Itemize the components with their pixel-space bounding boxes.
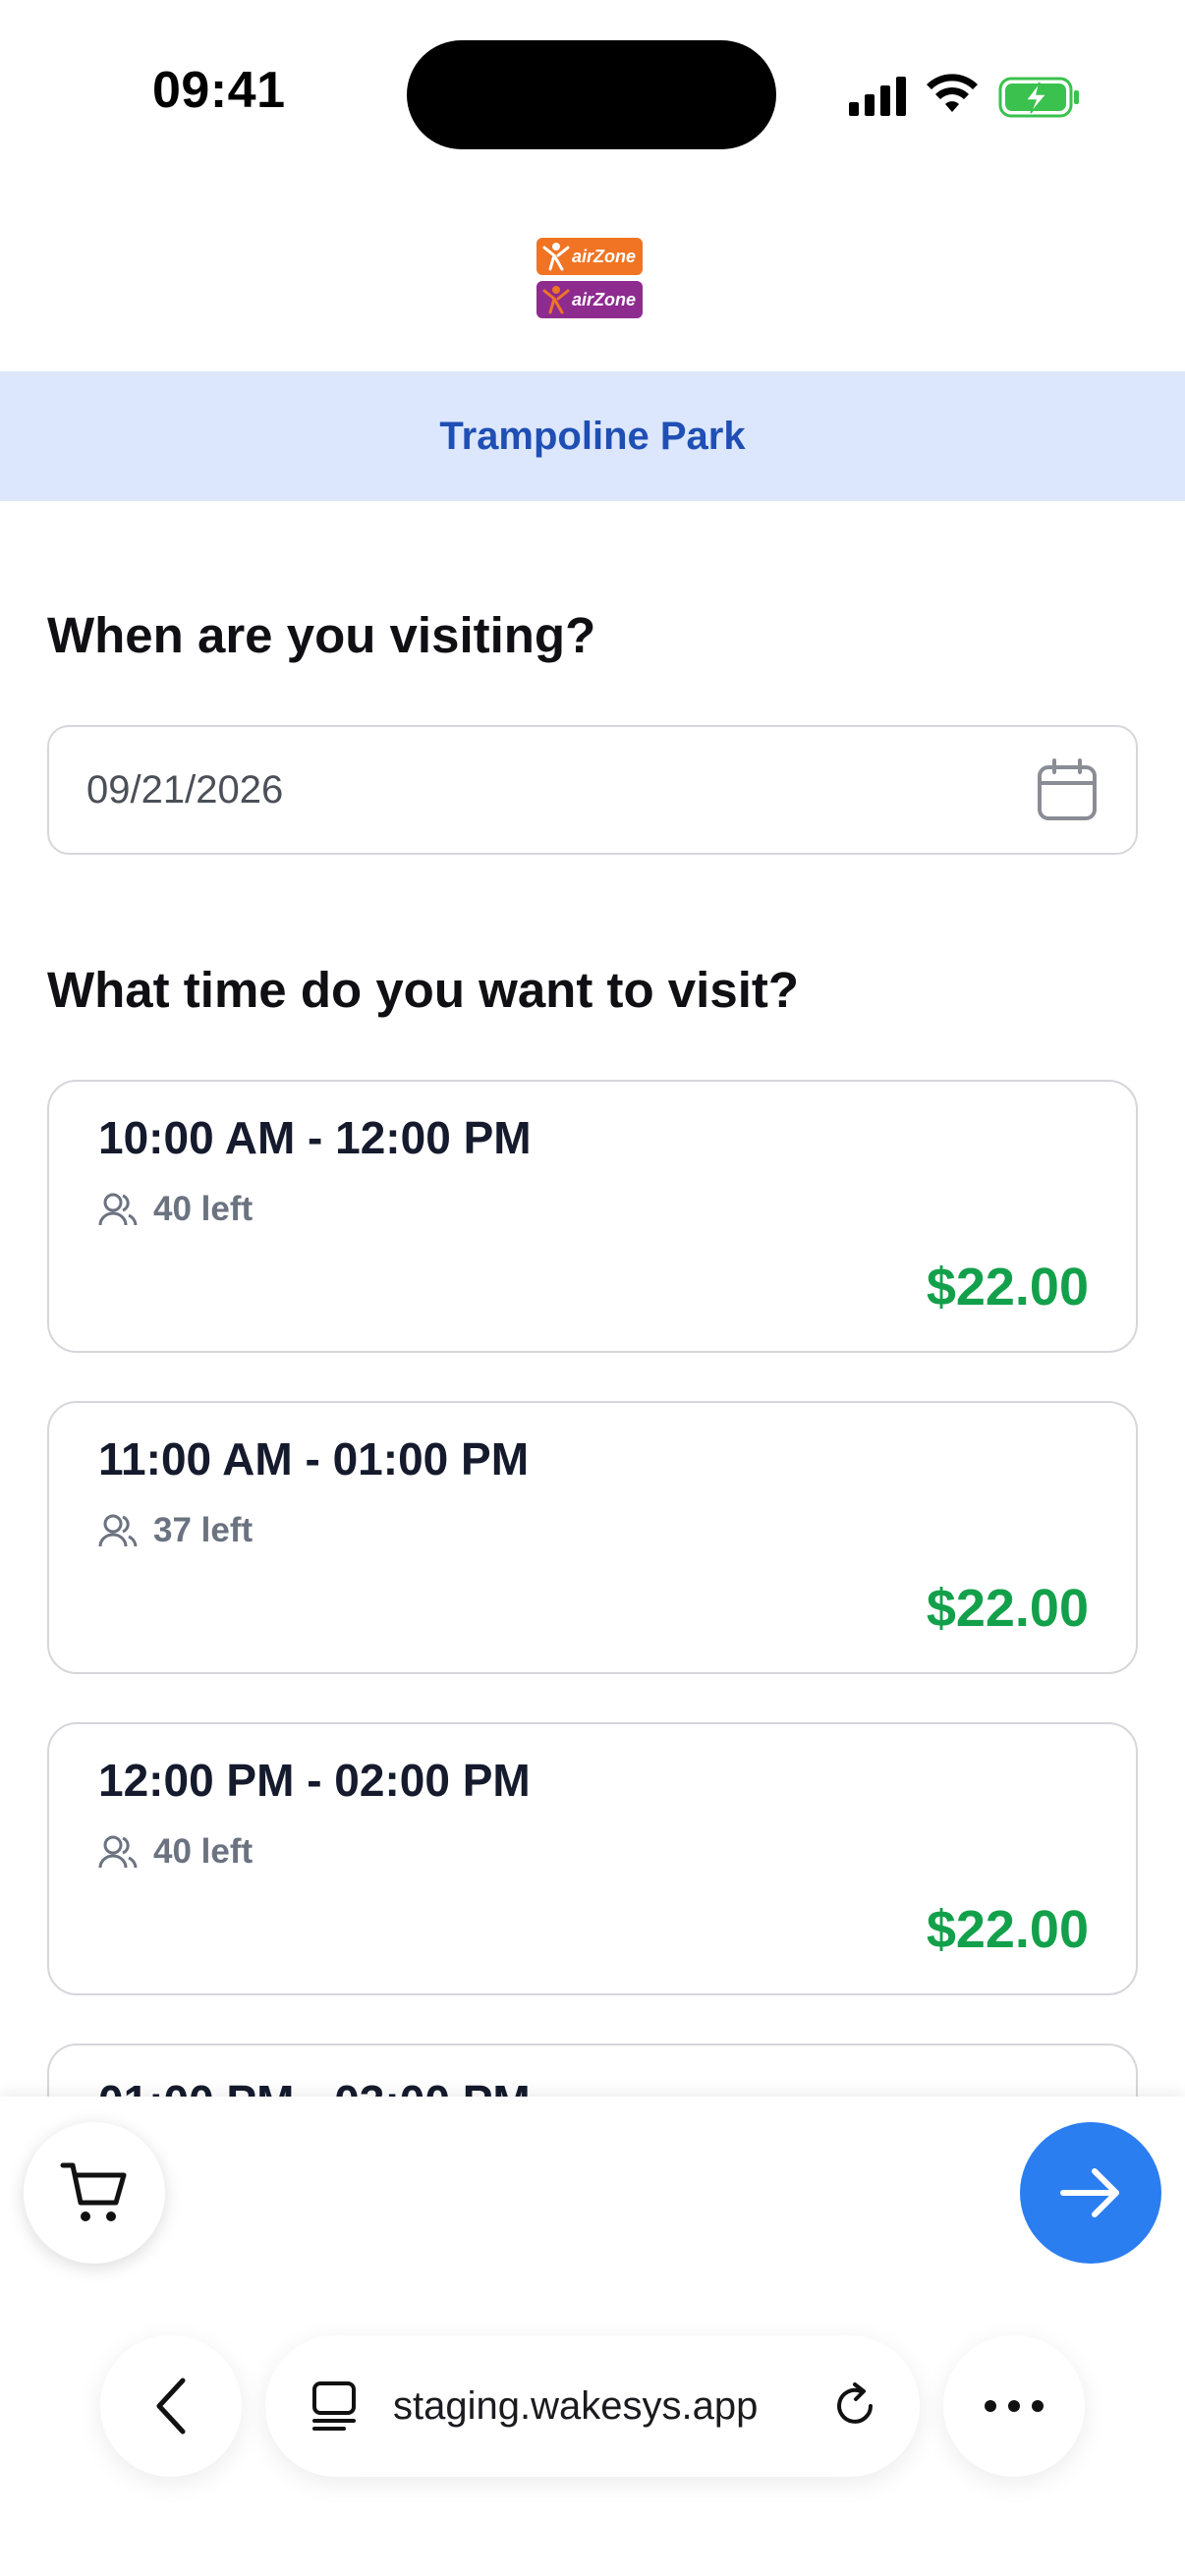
battery-charging-icon — [998, 77, 1079, 118]
park-banner: Trampoline Park — [0, 371, 1185, 501]
date-picker-field[interactable]: 09/21/2026 — [47, 725, 1138, 855]
wifi-icon — [927, 74, 978, 112]
slot-capacity: 40 left — [98, 1832, 253, 1872]
status-time: 09:41 — [152, 62, 286, 119]
chevron-left-icon — [156, 2378, 186, 2435]
address-bar[interactable]: staging.wakesys.app — [265, 2335, 920, 2477]
tabs-icon[interactable] — [310, 2380, 358, 2433]
jumper-icon — [542, 243, 570, 271]
logo-purple-badge: airZone — [536, 281, 643, 318]
dynamic-island — [407, 40, 776, 149]
slot-capacity: 37 left — [98, 1511, 253, 1550]
arrow-right-icon — [1060, 2168, 1119, 2217]
time-heading: What time do you want to visit? — [47, 962, 799, 1018]
slot-price: $22.00 — [926, 1900, 1089, 1959]
time-slot-card[interactable]: 11:00 AM - 01:00 PM 37 left $22.00 — [47, 1401, 1138, 1674]
cart-icon — [60, 2162, 127, 2221]
date-heading: When are you visiting? — [47, 607, 596, 663]
slot-time: 10:00 AM - 12:00 PM — [98, 1112, 532, 1163]
people-icon — [98, 1193, 138, 1226]
slot-price: $22.00 — [926, 1258, 1089, 1316]
slot-price: $22.00 — [926, 1579, 1089, 1638]
browser-back-button[interactable] — [100, 2335, 242, 2477]
slot-time: 12:00 PM - 02:00 PM — [98, 1755, 531, 1806]
spots-left: 37 left — [153, 1511, 254, 1549]
reload-icon[interactable] — [831, 2380, 880, 2432]
more-dots-icon — [985, 2400, 1044, 2412]
logo-text: airZone — [572, 246, 637, 266]
airzone-logo: airZone airZone — [536, 238, 645, 320]
cart-button[interactable] — [24, 2122, 165, 2264]
park-name: Trampoline Park — [439, 414, 746, 458]
slot-capacity: 40 left — [98, 1190, 253, 1229]
people-icon — [98, 1835, 138, 1869]
time-slot-card[interactable]: 12:00 PM - 02:00 PM 40 left $22.00 — [47, 1722, 1138, 1995]
people-icon — [98, 1514, 138, 1547]
logo-orange-badge: airZone — [536, 238, 643, 275]
more-options-button[interactable] — [943, 2335, 1085, 2477]
slot-time: 11:00 AM - 01:00 PM — [98, 1433, 530, 1484]
time-slot-card[interactable]: 10:00 AM - 12:00 PM 40 left $22.00 — [47, 1080, 1138, 1353]
calendar-icon[interactable] — [1036, 757, 1099, 822]
cellular-signal-icon — [849, 77, 906, 116]
url-text[interactable]: staging.wakesys.app — [393, 2384, 831, 2429]
logo-text: airZone — [572, 289, 637, 309]
jumper-icon — [542, 286, 570, 314]
spots-left: 40 left — [153, 1190, 254, 1228]
spots-left: 40 left — [153, 1832, 254, 1871]
next-button[interactable] — [1020, 2122, 1161, 2264]
date-value: 09/21/2026 — [86, 767, 284, 812]
